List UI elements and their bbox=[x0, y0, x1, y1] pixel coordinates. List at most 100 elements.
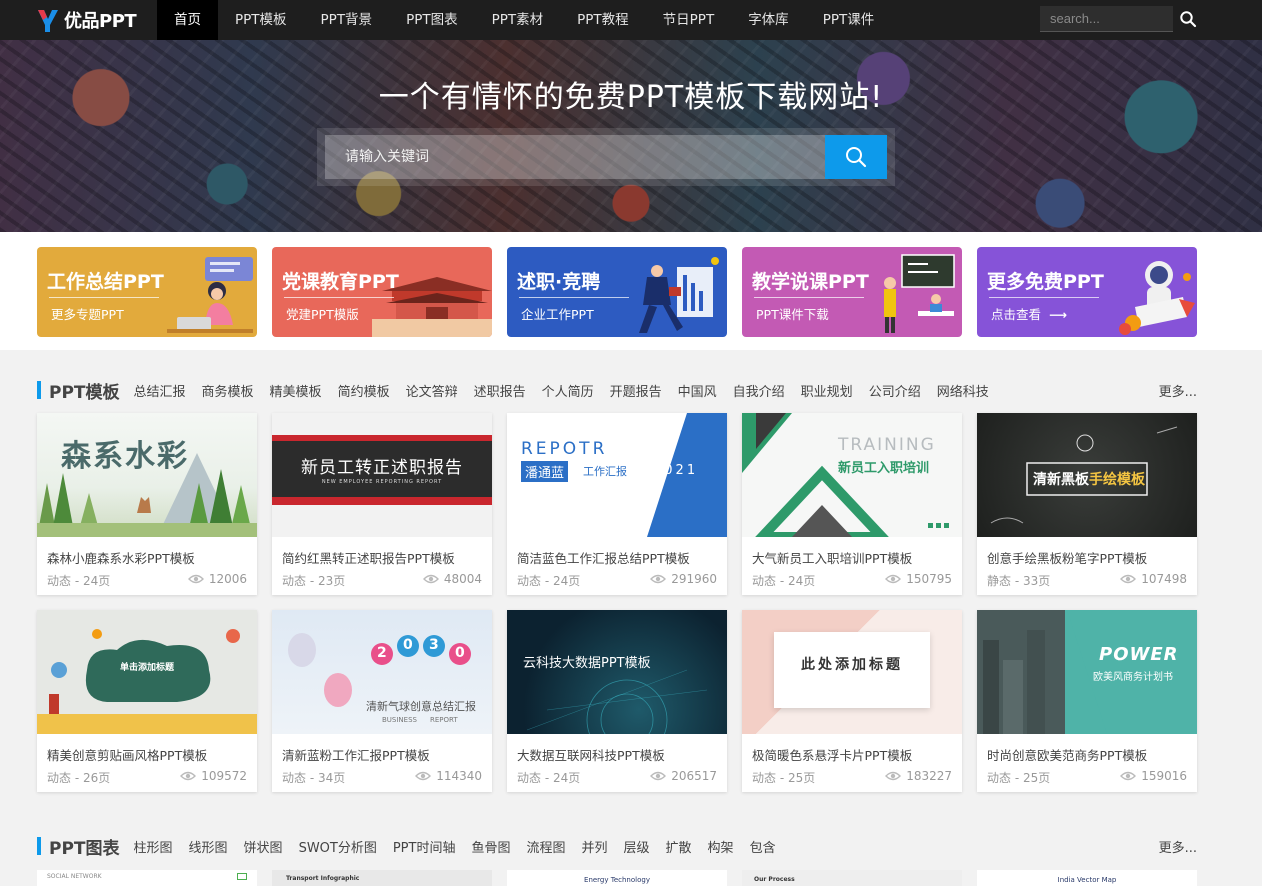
tag-link[interactable]: 扩散 bbox=[666, 837, 692, 856]
tag-link[interactable]: 简约模板 bbox=[338, 381, 390, 400]
banner-party-education[interactable]: 党课教育PPT 党建PPT模版 bbox=[272, 247, 492, 337]
banner-title: 教学说课PPT bbox=[752, 271, 869, 293]
chart-card[interactable]: Our Process bbox=[742, 870, 962, 886]
more-link[interactable]: 更多... bbox=[1159, 837, 1197, 856]
tag-link[interactable]: 饼状图 bbox=[244, 837, 283, 856]
card-meta: 动态 - 24页 bbox=[47, 574, 111, 588]
view-count: 12006 bbox=[208, 572, 247, 586]
tag-link[interactable]: 并列 bbox=[582, 837, 608, 856]
card-meta: 动态 - 25页 bbox=[987, 771, 1051, 785]
card-views: 109572 bbox=[180, 769, 247, 783]
nav-item-ppt-backgrounds[interactable]: PPT背景 bbox=[304, 0, 390, 40]
eye-icon bbox=[187, 574, 204, 584]
tag-link[interactable]: 鱼骨图 bbox=[471, 837, 510, 856]
card-views: 150795 bbox=[885, 572, 952, 586]
thumbnail-subtitle-box: 潘通蓝 bbox=[521, 461, 569, 482]
search-icon bbox=[846, 147, 867, 168]
tag-link[interactable]: 构架 bbox=[708, 837, 734, 856]
chart-card[interactable]: Energy Technology bbox=[507, 870, 727, 886]
card-title: 极简暖色系悬浮卡片PPT模板 bbox=[752, 748, 913, 763]
chart-card[interactable]: SOCIAL NETWORK bbox=[37, 870, 257, 886]
tag-link[interactable]: 论文答辩 bbox=[406, 381, 458, 400]
banner-teaching[interactable]: 教学说课PPT PPT课件下载 bbox=[742, 247, 962, 337]
template-card[interactable]: 单击添加标题 精美创意剪贴画风格PPT模板 动态 - 26页 109572 bbox=[37, 610, 257, 792]
hero-search-input[interactable] bbox=[325, 135, 825, 179]
tag-link[interactable]: 开题报告 bbox=[610, 381, 662, 400]
chart-card[interactable]: Transport Infographic bbox=[272, 870, 492, 886]
tag-link[interactable]: 精美模板 bbox=[270, 381, 322, 400]
template-thumbnail: 清新黑板手绘模板 bbox=[977, 413, 1197, 537]
tag-link[interactable]: 流程图 bbox=[526, 837, 565, 856]
tag-link[interactable]: 商务模板 bbox=[202, 381, 254, 400]
tag-link[interactable]: SWOT分析图 bbox=[299, 837, 377, 856]
template-card[interactable]: 清新黑板手绘模板 创意手绘黑板粉笔字PPT模板 静态 - 33页 107498 bbox=[977, 413, 1197, 595]
card-meta: 静态 - 33页 bbox=[987, 574, 1051, 588]
nav-search-input[interactable] bbox=[1040, 6, 1173, 32]
banner-divider bbox=[754, 297, 864, 298]
section-header-templates: PPT模板 总结汇报 商务模板 精美模板 简约模板 论文答辩 述职报告 个人简历… bbox=[37, 380, 1197, 403]
tag-link[interactable]: 个人简历 bbox=[542, 381, 594, 400]
tag-link[interactable]: 自我介绍 bbox=[733, 381, 785, 400]
search-icon[interactable] bbox=[1179, 10, 1197, 28]
template-card[interactable]: 新员工转正述职报告 NEW EMPLOYEE REPORTING REPORT … bbox=[272, 413, 492, 595]
banner-job-report[interactable]: 述职·竞聘 企业工作PPT bbox=[507, 247, 727, 337]
card-meta: 动态 - 34页 bbox=[282, 771, 346, 785]
chart-card[interactable]: India Vector Map bbox=[977, 870, 1197, 886]
template-card[interactable]: TRAINING 新员工入职培训 大气新员工入职培训PPT模板 动态 - 24页… bbox=[742, 413, 962, 595]
nav-item-ppt-tutorials[interactable]: PPT教程 bbox=[560, 0, 646, 40]
nav-item-ppt-materials[interactable]: PPT素材 bbox=[475, 0, 561, 40]
nav-item-ppt-charts[interactable]: PPT图表 bbox=[389, 0, 475, 40]
template-card[interactable]: 云科技大数据PPT模板 大数据互联网科技PPT模板 动态 - 24页 20651… bbox=[507, 610, 727, 792]
tag-link[interactable]: 公司介绍 bbox=[869, 381, 921, 400]
nav-item-ppt-courseware[interactable]: PPT课件 bbox=[806, 0, 892, 40]
eye-icon bbox=[1120, 771, 1137, 781]
tag-link[interactable]: 线形图 bbox=[189, 837, 228, 856]
view-count: 48004 bbox=[443, 572, 482, 586]
nav-item-fonts[interactable]: 字体库 bbox=[731, 0, 806, 40]
card-title: 大气新员工入职培训PPT模板 bbox=[752, 551, 913, 566]
template-thumbnail: 2 0 3 0 清新气球创意总结汇报 BUSINESS REPORT bbox=[272, 610, 492, 734]
tag-link[interactable]: 层级 bbox=[624, 837, 650, 856]
businessman-illustration bbox=[639, 257, 719, 333]
section-accent-bar bbox=[37, 381, 41, 399]
nav-item-holiday-ppt[interactable]: 节日PPT bbox=[646, 0, 732, 40]
nav-item-ppt-templates[interactable]: PPT模板 bbox=[218, 0, 304, 40]
tag-link[interactable]: 柱形图 bbox=[134, 837, 173, 856]
banner-subtitle: 企业工作PPT bbox=[521, 307, 594, 322]
tag-link[interactable]: 职业规划 bbox=[801, 381, 853, 400]
card-meta: 动态 - 26页 bbox=[47, 771, 111, 785]
arrow-right-icon: ⟶ bbox=[1049, 307, 1067, 322]
thumbnail-title: 单击添加标题 bbox=[119, 663, 174, 673]
more-link[interactable]: 更多... bbox=[1159, 381, 1197, 400]
eye-icon bbox=[180, 771, 197, 781]
thumbnail-subtitle: 潘通蓝 bbox=[525, 466, 565, 481]
thumbnail-title: Our Process bbox=[754, 876, 795, 883]
tag-link[interactable]: 述职报告 bbox=[474, 381, 526, 400]
template-card[interactable]: REPOTR 潘通蓝 工作汇报 2021 简洁蓝色工作汇报总结PPT模板 动态 … bbox=[507, 413, 727, 595]
thumbnail-digit: 3 bbox=[429, 637, 439, 653]
template-card[interactable]: 2 0 3 0 清新气球创意总结汇报 BUSINESS REPORT 清新蓝粉工… bbox=[272, 610, 492, 792]
template-card[interactable]: POWER 欧美风商务计划书 时尚创意欧美范商务PPT模板 动态 - 25页 1… bbox=[977, 610, 1197, 792]
tag-link[interactable]: 网络科技 bbox=[937, 381, 989, 400]
thumbnail-title: Transport Infographic bbox=[286, 875, 360, 882]
tag-link[interactable]: PPT时间轴 bbox=[393, 837, 456, 856]
banner-more-free[interactable]: 更多免费PPT 点击查看 ⟶ bbox=[977, 247, 1197, 337]
site-logo[interactable]: 优品PPT bbox=[36, 6, 137, 34]
tag-link[interactable]: 包含 bbox=[750, 837, 776, 856]
banner-title: 党课教育PPT bbox=[282, 271, 399, 293]
thumbnail-red-stripe bbox=[272, 497, 492, 505]
hero-banner: 一个有情怀的免费PPT模板下载网站! bbox=[0, 40, 1262, 232]
banner-work-summary[interactable]: 工作总结PPT 更多专题PPT bbox=[37, 247, 257, 337]
template-card[interactable]: 此处添加标题 极简暖色系悬浮卡片PPT模板 动态 - 25页 183227 bbox=[742, 610, 962, 792]
banner-divider bbox=[989, 297, 1099, 298]
tag-link[interactable]: 总结汇报 bbox=[134, 381, 186, 400]
nav-item-home[interactable]: 首页 bbox=[157, 0, 218, 40]
template-card[interactable]: 森系水彩 森林小鹿森系水彩PPT模板 动态 - 24页 12006 bbox=[37, 413, 257, 595]
section-accent-bar bbox=[37, 837, 41, 855]
tag-link[interactable]: 中国风 bbox=[678, 381, 717, 400]
template-thumbnail: 云科技大数据PPT模板 bbox=[507, 610, 727, 734]
card-views: 291960 bbox=[650, 572, 717, 586]
thumbnail-title: 此处添加标题 bbox=[801, 657, 903, 673]
hero-search-button[interactable] bbox=[825, 135, 887, 179]
template-thumbnail: POWER 欧美风商务计划书 bbox=[977, 610, 1197, 734]
